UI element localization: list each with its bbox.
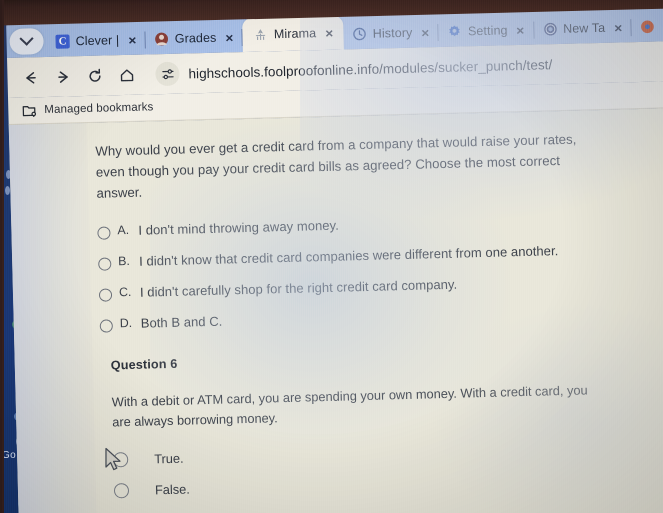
settings-gear-icon: [448, 24, 462, 38]
question-6-prompt: With a debit or ATM card, you are spendi…: [111, 382, 588, 430]
tab-close-icon[interactable]: ×: [513, 22, 528, 37]
option-label: Both B and C.: [140, 313, 223, 331]
desktop-label: Go: [2, 450, 16, 461]
option-letter: D.: [119, 315, 133, 331]
address-bar[interactable]: highschools.foolproofonline.info/modules…: [151, 47, 663, 88]
tab-label: Mirama: [273, 26, 317, 42]
tab-new-tab[interactable]: New Ta ×: [534, 12, 631, 44]
option-label: True.: [154, 450, 184, 467]
tab-label: Clever |: [75, 33, 120, 49]
option-letter: C.: [118, 284, 132, 300]
option-label: I didn't know that credit card companies…: [139, 243, 559, 269]
option-letter: A.: [117, 222, 130, 238]
screenshot-root: Go C Clever | × Grades × Mirama × Histor…: [0, 0, 663, 513]
tab-grades[interactable]: Grades ×: [145, 22, 242, 54]
home-button[interactable]: [111, 60, 142, 91]
tab-history[interactable]: History ×: [343, 17, 438, 49]
tab-close-icon[interactable]: ×: [125, 32, 140, 47]
tab-label: Setting: [467, 23, 508, 39]
tab-label: New Ta: [562, 20, 606, 36]
page-viewport: Why would you ever get a credit card fro…: [8, 107, 663, 513]
option-c[interactable]: C. I didn't carefully shop for the right…: [98, 270, 663, 302]
tab-clever[interactable]: C Clever | ×: [46, 24, 145, 56]
page-left-margin: [8, 122, 98, 513]
tab-miramar[interactable]: Mirama ×: [242, 15, 345, 53]
radio-button-b[interactable]: [98, 257, 112, 271]
tab-search-button[interactable]: [6, 26, 47, 57]
radio-button-true[interactable]: [113, 452, 129, 468]
managed-bookmarks-folder-icon: [22, 104, 37, 117]
option-false[interactable]: False.: [113, 468, 663, 499]
tab-label: History: [372, 25, 413, 41]
reload-button[interactable]: [79, 60, 110, 91]
option-label: False.: [154, 481, 191, 498]
tab-label: Grades: [174, 30, 217, 46]
option-b[interactable]: B. I didn't know that credit card compan…: [98, 239, 663, 271]
option-a[interactable]: A. I don't mind throwing away money.: [97, 208, 663, 240]
radio-button-a[interactable]: [97, 226, 111, 240]
history-clock-icon: [353, 27, 367, 41]
browser-window: C Clever | × Grades × Mirama × History ×…: [6, 0, 663, 513]
option-label: I didn't carefully shop for the right cr…: [139, 276, 458, 300]
radio-button-false[interactable]: [113, 483, 130, 499]
tab-close-icon[interactable]: ×: [611, 20, 626, 35]
question-5-prompt: Why would you ever get a credit card fro…: [95, 131, 577, 201]
grades-favicon: [155, 32, 169, 46]
bookmark-managed-bookmarks[interactable]: Managed bookmarks: [44, 101, 153, 116]
chrome-icon: [641, 20, 655, 34]
site-settings-tune-icon[interactable]: [155, 61, 180, 87]
question-5-options: A. I don't mind throwing away money. B. …: [97, 208, 663, 333]
monitor-bezel-left: [0, 0, 4, 513]
radio-button-c[interactable]: [98, 288, 113, 302]
option-letter: B.: [118, 253, 131, 269]
option-label: I don't mind throwing away money.: [138, 217, 339, 238]
clever-favicon: C: [55, 34, 70, 49]
tab-partial-offscreen[interactable]: [631, 11, 661, 42]
chrome-icon: [543, 22, 557, 36]
quiz-content: Why would you ever get a credit card fro…: [95, 107, 663, 513]
radio-button-d[interactable]: [99, 319, 113, 333]
tab-close-icon[interactable]: ×: [222, 30, 237, 45]
tab-close-icon[interactable]: ×: [418, 25, 433, 40]
tab-settings[interactable]: Setting ×: [439, 15, 534, 47]
question-6-options: True. False.: [113, 437, 663, 499]
back-button[interactable]: [15, 62, 46, 93]
tab-close-icon[interactable]: ×: [322, 25, 337, 40]
option-d[interactable]: D. Both B and C.: [99, 301, 663, 333]
miramar-favicon: [254, 27, 268, 41]
option-true[interactable]: True.: [113, 437, 663, 468]
forward-button[interactable]: [47, 61, 78, 92]
question-6-heading: Question 6: [110, 356, 178, 373]
chevron-down-icon: [19, 31, 34, 46]
url-text: highschools.foolproofonline.info/modules…: [188, 56, 553, 81]
